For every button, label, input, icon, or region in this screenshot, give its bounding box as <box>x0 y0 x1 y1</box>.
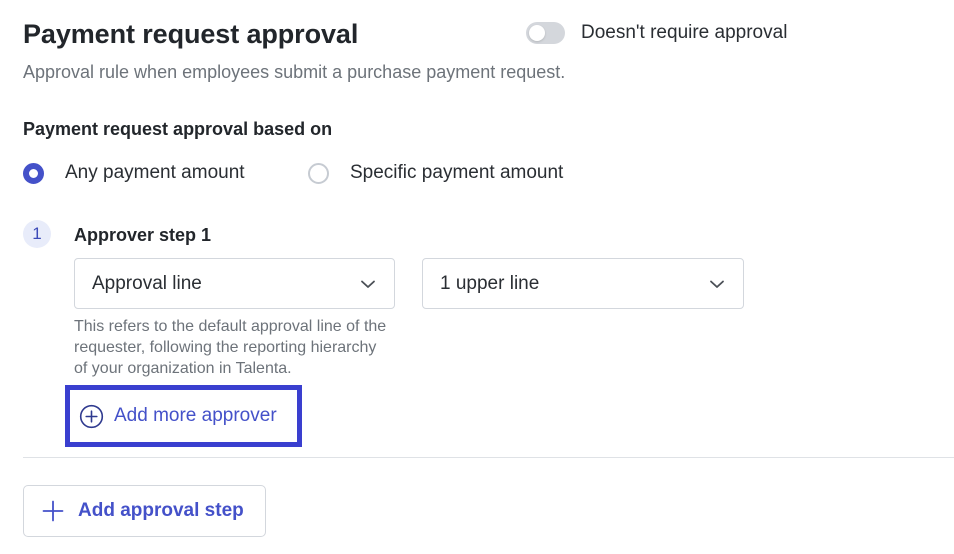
chevron-down-icon <box>361 280 375 288</box>
plus-icon <box>42 500 64 522</box>
toggle-switch[interactable] <box>526 22 565 44</box>
add-more-approver-label: Add more approver <box>114 405 277 426</box>
section-divider <box>23 457 954 458</box>
page-title: Payment request approval <box>23 19 359 49</box>
no-approval-toggle[interactable]: Doesn't require approval <box>526 22 787 44</box>
radio-label: Specific payment amount <box>350 162 564 183</box>
radio-button-unchecked[interactable] <box>308 162 329 184</box>
approver-type-value: Approval line <box>92 272 202 294</box>
approval-basis-label: Payment request approval based on <box>23 119 333 139</box>
add-approval-step-button[interactable]: Add approval step <box>23 485 266 537</box>
radio-any-amount[interactable]: Any payment amount <box>23 162 245 184</box>
page-subtitle: Approval rule when employees submit a pu… <box>23 62 566 82</box>
approver-type-select[interactable]: Approval line <box>74 258 395 309</box>
radio-button-checked[interactable] <box>23 162 44 184</box>
toggle-label: Doesn't require approval <box>581 22 788 43</box>
approval-line-helper-text: This refers to the default approval line… <box>74 318 387 377</box>
radio-label: Any payment amount <box>65 162 245 183</box>
approver-level-select[interactable]: 1 upper line <box>422 258 744 309</box>
approver-level-value: 1 upper line <box>440 272 540 294</box>
radio-specific-amount[interactable]: Specific payment amount <box>308 162 563 184</box>
plus-circle-icon <box>79 404 104 428</box>
step-number-badge: 1 <box>23 220 51 248</box>
step-title: Approver step 1 <box>74 225 212 245</box>
chevron-down-icon <box>710 280 724 288</box>
add-more-approver-button[interactable]: Add more approver <box>65 385 302 447</box>
toggle-knob <box>529 25 545 41</box>
add-approval-step-label: Add approval step <box>78 500 244 521</box>
